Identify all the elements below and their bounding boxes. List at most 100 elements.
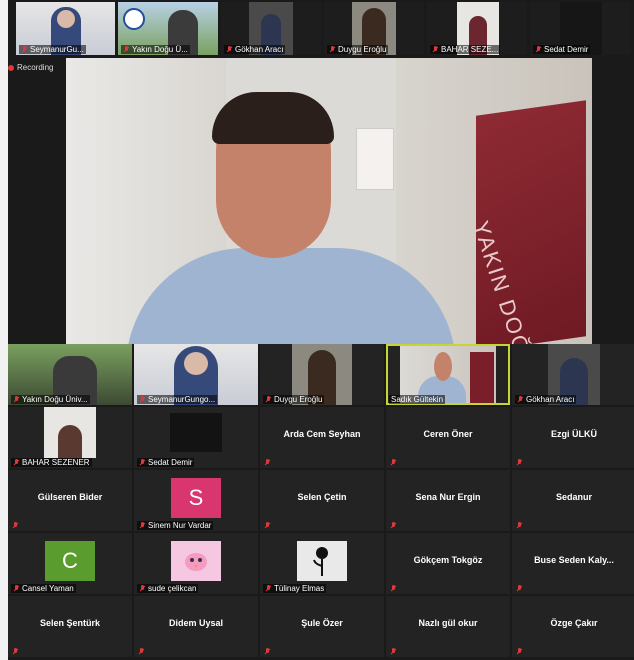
- tile-name-label: Sedat Demir: [137, 458, 195, 467]
- avatar: C: [45, 541, 95, 581]
- muted-mic-icon: [517, 396, 524, 403]
- muted-mic-icon: [21, 46, 28, 53]
- strip-name-label: Sedat Demir: [533, 45, 591, 54]
- tile-name-label: sude çelikcan: [137, 584, 199, 593]
- muted-mic-icon: [329, 46, 336, 53]
- avatar: [297, 541, 347, 581]
- tile-name-label: Gökhan Aracı: [515, 395, 577, 404]
- participant-name: Gülseren Bider: [37, 492, 103, 502]
- participant-tile[interactable]: Sedat Demir: [134, 407, 258, 468]
- muted-mic-icon: [516, 648, 523, 655]
- strip-tile-yakin-dogu[interactable]: Yakın Doğu Ü...: [118, 2, 218, 55]
- tile-name-label: BAHAR SEZENER: [11, 458, 92, 467]
- muted-mic-icon: [12, 648, 19, 655]
- participant-tile[interactable]: Sedanur: [512, 470, 634, 531]
- participant-tile[interactable]: Yakın Doğu Üniv...: [8, 344, 132, 405]
- strip-tile-gokhan[interactable]: Gökhan Aracı: [221, 2, 321, 55]
- participant-name: Arda Cem Seyhan: [283, 429, 361, 439]
- participant-tile[interactable]: S Sinem Nur Vardar: [134, 470, 258, 531]
- muted-mic-icon: [264, 648, 271, 655]
- participant-name: Nazlı gül okur: [418, 618, 478, 628]
- recording-label: Recording: [17, 63, 54, 72]
- muted-mic-icon: [139, 585, 146, 592]
- participant-name: Sedanur: [555, 492, 592, 502]
- muted-mic-icon: [516, 522, 523, 529]
- strip-name-label: Gökhan Aracı: [224, 45, 286, 54]
- avatar: S: [171, 478, 221, 518]
- recording-dot-icon: [8, 64, 14, 71]
- tile-name-label: Cansel Yaman: [11, 584, 76, 593]
- muted-mic-icon: [13, 459, 20, 466]
- strip-name-label: Yakın Doğu Ü...: [121, 45, 190, 54]
- participant-tile[interactable]: Sena Nur Ergin: [386, 470, 510, 531]
- recording-indicator: Recording: [8, 63, 53, 72]
- strip-name-label: BAHAR SEZE...: [430, 45, 501, 54]
- active-speaker-video[interactable]: YAKIN DOĞU ÜNİV: [66, 58, 592, 344]
- participant-tile[interactable]: BAHAR SEZENER: [8, 407, 132, 468]
- top-video-strip: SeymanurGu... Yakın Doğu Ü... Gökhan Ara…: [8, 0, 634, 58]
- participant-tile[interactable]: sude çelikcan: [134, 533, 258, 594]
- muted-mic-icon: [535, 46, 542, 53]
- participant-name: Ezgi ÜLKÜ: [551, 429, 597, 439]
- muted-mic-icon: [390, 522, 397, 529]
- participant-name: Buse Seden Kaly...: [534, 555, 614, 565]
- avatar: [171, 541, 221, 581]
- muted-mic-icon: [139, 459, 146, 466]
- bird-sticker-icon: [185, 553, 207, 571]
- participant-tile[interactable]: Ezgi ÜLKÜ: [512, 407, 634, 468]
- participant-tile[interactable]: Ceren Öner: [386, 407, 510, 468]
- participant-tile[interactable]: Selen Çetin: [260, 470, 384, 531]
- participant-tile[interactable]: Gökhan Aracı: [512, 344, 634, 405]
- strip-tile-sedat[interactable]: Sedat Demir: [530, 2, 630, 55]
- muted-mic-icon: [123, 46, 130, 53]
- participant-name: Özge Çakır: [550, 618, 598, 628]
- participant-tile[interactable]: Buse Seden Kaly...: [512, 533, 634, 594]
- participant-name: Ceren Öner: [423, 429, 473, 439]
- tile-name-label: Tülinay Elmas: [263, 584, 327, 593]
- pennant-banner: [356, 128, 394, 190]
- participant-tile[interactable]: Şule Özer: [260, 596, 384, 657]
- tile-name-label: Sinem Nur Vardar: [137, 521, 214, 530]
- participant-name: Selen Çetin: [297, 492, 347, 502]
- tile-name-label: SeymanurGungo...: [137, 395, 218, 404]
- muted-mic-icon: [13, 585, 20, 592]
- muted-mic-icon: [265, 585, 272, 592]
- participant-tile[interactable]: Arda Cem Seyhan: [260, 407, 384, 468]
- muted-mic-icon: [390, 459, 397, 466]
- participant-tile[interactable]: Didem Uysal: [134, 596, 258, 657]
- participant-name: Gökçem Tokgöz: [413, 555, 483, 565]
- participant-tile[interactable]: C Cansel Yaman: [8, 533, 132, 594]
- muted-mic-icon: [226, 46, 233, 53]
- participant-tile[interactable]: Tülinay Elmas: [260, 533, 384, 594]
- muted-mic-icon: [432, 46, 439, 53]
- participant-tile[interactable]: Selen Şentürk: [8, 596, 132, 657]
- tile-name-label: Sadık Gültekin: [389, 395, 446, 404]
- muted-mic-icon: [516, 459, 523, 466]
- tile-name-label: Yakın Doğu Üniv...: [11, 395, 90, 404]
- participant-name: Sena Nur Ergin: [415, 492, 481, 502]
- participant-tile-active-speaker[interactable]: Sadık Gültekin: [386, 344, 510, 405]
- muted-mic-icon: [138, 648, 145, 655]
- strip-name-label: SeymanurGu...: [19, 45, 86, 54]
- participant-tile[interactable]: Gülseren Bider: [8, 470, 132, 531]
- participant-tile[interactable]: Duygu Eroğlu: [260, 344, 384, 405]
- muted-mic-icon: [139, 522, 146, 529]
- participant-tile[interactable]: Nazlı gül okur: [386, 596, 510, 657]
- strip-tile-seymanur[interactable]: SeymanurGu...: [16, 2, 115, 55]
- participant-tile[interactable]: SeymanurGungo...: [134, 344, 258, 405]
- tile-name-label: Duygu Eroğlu: [263, 395, 325, 404]
- strip-tile-bahar[interactable]: BAHAR SEZE...: [427, 2, 527, 55]
- participant-name: Selen Şentürk: [39, 618, 101, 628]
- strip-tile-duygu[interactable]: Duygu Eroğlu: [324, 2, 424, 55]
- participant-tile[interactable]: Gökçem Tokgöz: [386, 533, 510, 594]
- participant-tile[interactable]: Özge Çakır: [512, 596, 634, 657]
- muted-mic-icon: [390, 648, 397, 655]
- zoom-meeting-window: SeymanurGu... Yakın Doğu Ü... Gökhan Ara…: [8, 0, 634, 660]
- muted-mic-icon: [390, 585, 397, 592]
- muted-mic-icon: [13, 396, 20, 403]
- muted-mic-icon: [265, 396, 272, 403]
- participant-name: Didem Uysal: [168, 618, 224, 628]
- muted-mic-icon: [12, 522, 19, 529]
- muted-mic-icon: [516, 585, 523, 592]
- strip-name-label: Duygu Eroğlu: [327, 45, 389, 54]
